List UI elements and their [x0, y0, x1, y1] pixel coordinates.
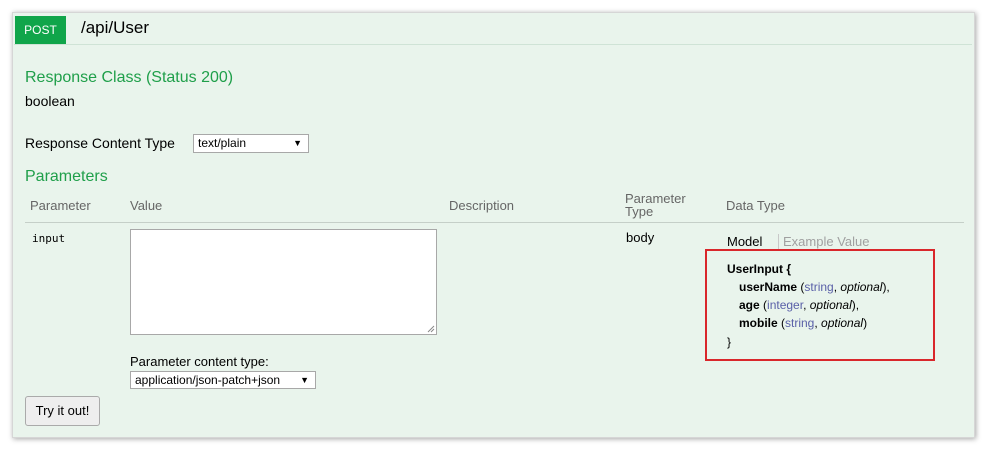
model-name: UserInput — [727, 262, 784, 276]
response-content-type-value: text/plain — [198, 136, 247, 150]
chevron-down-icon: ▼ — [293, 138, 302, 148]
parameters-title: Parameters — [25, 168, 108, 185]
response-class-title: Response Class (Status 200) — [25, 69, 234, 86]
response-content-type-select[interactable]: text/plain ▼ — [193, 134, 309, 153]
model-schema-box: UserInput { userName (string, optional),… — [705, 249, 935, 361]
tab-example-value[interactable]: Example Value — [778, 234, 869, 249]
header-value: Value — [130, 198, 163, 213]
resize-handle-icon[interactable] — [427, 325, 435, 333]
response-type: boolean — [25, 93, 75, 109]
model-footer: } — [727, 335, 732, 349]
model-field: age (integer, optional), — [739, 298, 860, 312]
parameter-value-input[interactable] — [130, 229, 437, 335]
model-header: UserInput { — [727, 262, 792, 276]
parameter-content-type-select[interactable]: application/json-patch+json ▼ — [130, 371, 316, 389]
parameter-content-type-value: application/json-patch+json — [135, 373, 281, 387]
chevron-down-icon: ▼ — [300, 375, 309, 385]
endpoint-path[interactable]: /api/User — [81, 18, 149, 38]
header-parameter-type-line2: Type — [625, 204, 654, 219]
try-it-out-button[interactable]: Try it out! — [25, 396, 100, 426]
operation-panel: POST /api/User Response Class (Status 20… — [12, 12, 975, 438]
header-description: Description — [449, 198, 515, 213]
table-header-divider — [25, 222, 964, 223]
response-content-type-label: Response Content Type — [25, 135, 175, 151]
header-parameter: Parameter — [30, 198, 91, 213]
model-field: userName (string, optional), — [739, 280, 890, 294]
tab-model[interactable]: Model — [727, 234, 762, 249]
header-data-type: Data Type — [726, 198, 786, 213]
header-parameter-type: Parameter Type — [625, 192, 686, 218]
operation-header[interactable]: POST /api/User — [14, 14, 972, 45]
parameter-type-value: body — [626, 230, 655, 245]
model-field: mobile (string, optional) — [739, 316, 868, 330]
parameter-content-type-label: Parameter content type: — [130, 354, 269, 369]
parameter-name: input — [32, 232, 66, 245]
method-badge[interactable]: POST — [15, 16, 66, 44]
